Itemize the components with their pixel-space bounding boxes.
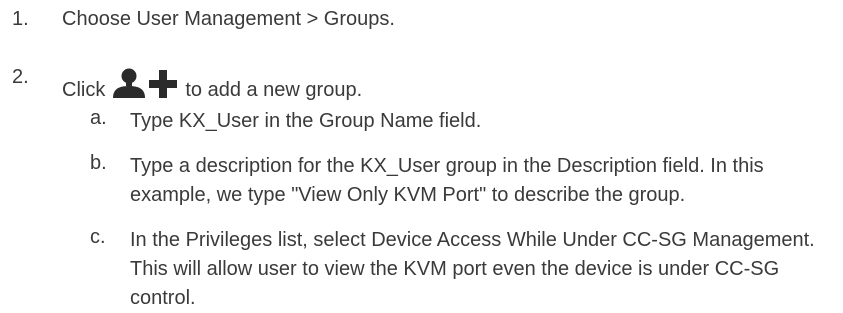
substep-letter: b.: [90, 152, 107, 174]
step-text-after: to add a new group.: [185, 79, 363, 101]
document-page: 1. Choose User Management > Groups. 2. C…: [0, 0, 843, 310]
substep-text: Type KX_User in the Group Name field.: [130, 110, 482, 132]
step-text: Click to add a new group.: [62, 66, 362, 102]
step-number: 1.: [12, 8, 29, 30]
substep-text: Type a description for the KX_User group…: [130, 155, 764, 206]
step-text: Choose User Management > Groups.: [62, 8, 395, 30]
step-text-before: Click: [62, 79, 106, 101]
substep-text: In the Privileges list, select Device Ac…: [130, 229, 815, 309]
add-user-icon: [109, 66, 179, 100]
substep-letter: c.: [90, 226, 106, 248]
step-number: 2.: [12, 66, 29, 88]
substep-letter: a.: [90, 107, 107, 129]
